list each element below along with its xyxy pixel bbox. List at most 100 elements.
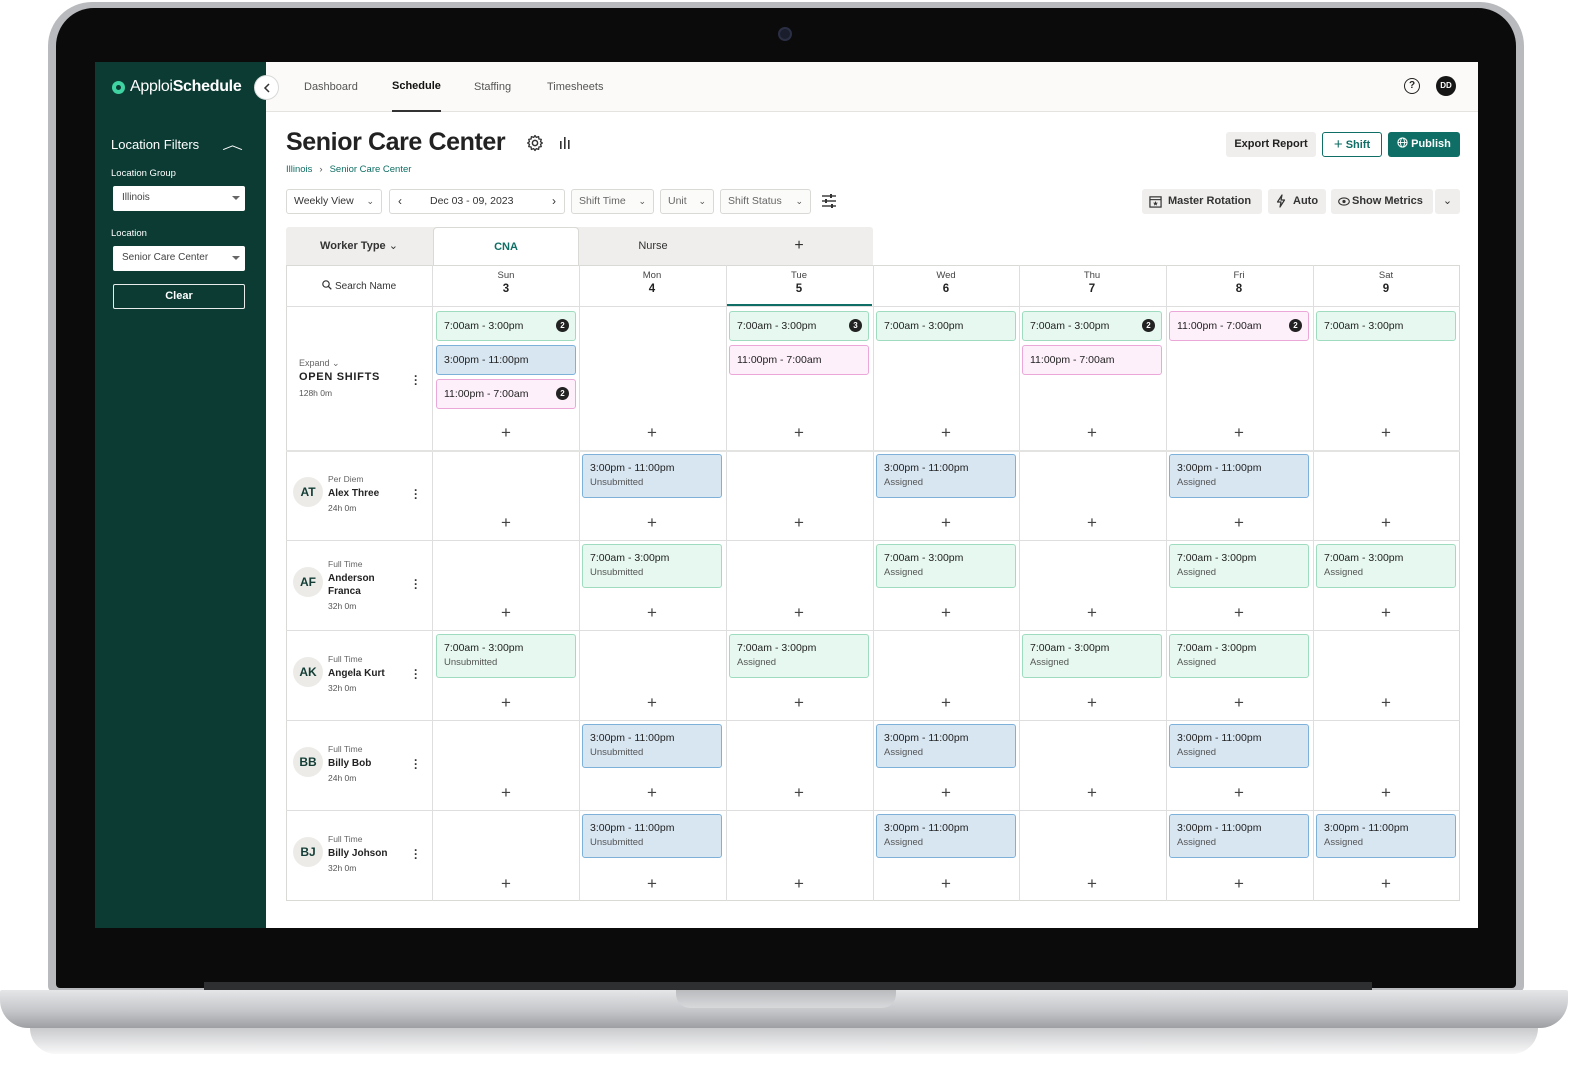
- open-shift-card[interactable]: 7:00am - 3:00pm 3: [729, 311, 869, 341]
- collapse-sidebar-button[interactable]: [254, 75, 279, 100]
- add-tab-plus-icon[interactable]: +: [726, 227, 872, 265]
- add-shift-plus-icon[interactable]: +: [1166, 603, 1312, 623]
- sliders-icon[interactable]: [821, 194, 837, 208]
- nav-dashboard[interactable]: Dashboard: [304, 62, 358, 112]
- add-shift-plus-icon[interactable]: +: [726, 693, 872, 713]
- tab-cna[interactable]: CNA: [433, 227, 579, 265]
- add-shift-plus-icon[interactable]: +: [1019, 513, 1165, 533]
- open-shift-card[interactable]: 7:00am - 3:00pm: [1316, 311, 1456, 341]
- clear-button[interactable]: Clear: [113, 284, 245, 309]
- worker-shift-card[interactable]: 3:00pm - 11:00pm Assigned: [876, 814, 1016, 858]
- worker-info[interactable]: Full Time Billy Bob 24h 0m: [328, 744, 371, 783]
- add-shift-plus-icon[interactable]: +: [433, 513, 579, 533]
- add-shift-plus-icon[interactable]: +: [1166, 874, 1312, 894]
- worker-shift-card[interactable]: 7:00am - 3:00pm Assigned: [729, 634, 869, 678]
- add-shift-plus-icon[interactable]: +: [1166, 423, 1312, 443]
- add-shift-plus-icon[interactable]: +: [873, 603, 1019, 623]
- day-header-fri[interactable]: Fri 8: [1166, 270, 1312, 295]
- worker-shift-card[interactable]: 3:00pm - 11:00pm Assigned: [1169, 724, 1309, 768]
- add-shift-plus-icon[interactable]: +: [579, 693, 725, 713]
- next-week-icon[interactable]: ›: [552, 190, 556, 213]
- add-shift-plus-icon[interactable]: +: [1019, 423, 1165, 443]
- worker-menu-icon[interactable]: · · ·: [413, 844, 419, 864]
- worker-info[interactable]: Full Time Billy Johson 32h 0m: [328, 834, 387, 873]
- add-shift-plus-icon[interactable]: +: [1166, 693, 1312, 713]
- nav-timesheets[interactable]: Timesheets: [547, 62, 603, 112]
- worker-shift-card[interactable]: 3:00pm - 11:00pm Unsubmitted: [582, 454, 722, 498]
- worker-shift-card[interactable]: 3:00pm - 11:00pm Unsubmitted: [582, 814, 722, 858]
- show-metrics-button[interactable]: Show Metrics: [1331, 189, 1433, 214]
- add-shift-plus-icon[interactable]: +: [1019, 693, 1165, 713]
- tab-nurse[interactable]: Nurse: [580, 227, 726, 265]
- worker-type-dropdown[interactable]: Worker Type ⌄: [286, 227, 432, 265]
- worker-info[interactable]: Full Time Anderson Franca 32h 0m: [328, 559, 388, 611]
- worker-shift-card[interactable]: 7:00am - 3:00pm Unsubmitted: [582, 544, 722, 588]
- add-shift-plus-icon[interactable]: +: [1313, 513, 1459, 533]
- worker-info[interactable]: Full Time Angela Kurt 32h 0m: [328, 654, 385, 693]
- add-shift-plus-icon[interactable]: +: [873, 693, 1019, 713]
- add-shift-plus-icon[interactable]: +: [726, 423, 872, 443]
- breadcrumb-illinois[interactable]: Illinois: [286, 164, 312, 175]
- add-shift-plus-icon[interactable]: +: [1019, 783, 1165, 803]
- breadcrumb-senior-care-center[interactable]: Senior Care Center: [330, 164, 412, 175]
- worker-shift-card[interactable]: 7:00am - 3:00pm Unsubmitted: [436, 634, 576, 678]
- shift-time-filter[interactable]: Shift Time ⌄: [571, 189, 654, 214]
- nav-schedule[interactable]: Schedule: [392, 62, 441, 112]
- worker-menu-icon[interactable]: · · ·: [413, 664, 419, 684]
- add-shift-plus-icon[interactable]: +: [433, 693, 579, 713]
- worker-shift-card[interactable]: 3:00pm - 11:00pm Assigned: [1169, 454, 1309, 498]
- worker-shift-card[interactable]: 3:00pm - 11:00pm Assigned: [876, 724, 1016, 768]
- add-shift-plus-icon[interactable]: +: [1019, 874, 1165, 894]
- nav-staffing[interactable]: Staffing: [474, 62, 511, 112]
- add-shift-plus-icon[interactable]: +: [579, 874, 725, 894]
- worker-shift-card[interactable]: 3:00pm - 11:00pm Assigned: [876, 454, 1016, 498]
- chevron-up-icon[interactable]: ︿: [222, 134, 243, 153]
- worker-shift-card[interactable]: 3:00pm - 11:00pm Assigned: [1169, 814, 1309, 858]
- day-header-tue[interactable]: Tue 5: [726, 270, 872, 295]
- add-shift-plus-icon[interactable]: +: [1166, 783, 1312, 803]
- open-shift-card[interactable]: 7:00am - 3:00pm 2: [1022, 311, 1162, 341]
- metrics-dropdown-button[interactable]: ⌄: [1435, 189, 1460, 214]
- export-report-button[interactable]: Export Report: [1226, 132, 1316, 157]
- location-select[interactable]: Senior Care Center: [113, 246, 245, 271]
- add-shift-plus-icon[interactable]: +: [433, 603, 579, 623]
- add-shift-plus-icon[interactable]: +: [1313, 603, 1459, 623]
- add-shift-plus-icon[interactable]: +: [1019, 603, 1165, 623]
- publish-button[interactable]: Publish: [1388, 132, 1460, 157]
- add-shift-plus-icon[interactable]: +: [873, 513, 1019, 533]
- app-logo[interactable]: ApploiSchedule: [112, 78, 242, 96]
- open-shift-card[interactable]: 11:00pm - 7:00am 2: [436, 379, 576, 409]
- help-icon[interactable]: ?: [1404, 78, 1420, 94]
- worker-shift-card[interactable]: 3:00pm - 11:00pm Assigned: [1316, 814, 1456, 858]
- day-header-sun[interactable]: Sun 3: [433, 270, 579, 295]
- worker-shift-card[interactable]: 7:00am - 3:00pm Assigned: [1169, 634, 1309, 678]
- view-select[interactable]: Weekly View ⌄: [286, 189, 382, 214]
- day-header-thu[interactable]: Thu 7: [1019, 270, 1165, 295]
- add-shift-plus-icon[interactable]: +: [726, 783, 872, 803]
- worker-menu-icon[interactable]: · · ·: [413, 574, 419, 594]
- open-shift-card[interactable]: 7:00am - 3:00pm: [876, 311, 1016, 341]
- master-rotation-button[interactable]: Master Rotation: [1142, 189, 1262, 214]
- add-shift-plus-icon[interactable]: +: [1166, 513, 1312, 533]
- bar-chart-icon[interactable]: [559, 136, 573, 150]
- worker-menu-icon[interactable]: · · ·: [413, 754, 419, 774]
- open-shift-card[interactable]: 7:00am - 3:00pm 2: [436, 311, 576, 341]
- worker-menu-icon[interactable]: · · ·: [413, 484, 419, 504]
- add-shift-plus-icon[interactable]: +: [433, 423, 579, 443]
- location-group-select[interactable]: Illinois: [113, 186, 245, 211]
- add-shift-plus-icon[interactable]: +: [1313, 693, 1459, 713]
- open-shift-card[interactable]: 11:00pm - 7:00am: [1022, 345, 1162, 375]
- worker-shift-card[interactable]: 7:00am - 3:00pm Assigned: [1022, 634, 1162, 678]
- open-shift-card[interactable]: 11:00pm - 7:00am: [729, 345, 869, 375]
- add-shift-plus-icon[interactable]: +: [433, 783, 579, 803]
- add-shift-plus-icon[interactable]: +: [726, 874, 872, 894]
- worker-shift-card[interactable]: 7:00am - 3:00pm Assigned: [876, 544, 1016, 588]
- unit-filter[interactable]: Unit ⌄: [660, 189, 714, 214]
- add-shift-plus-icon[interactable]: +: [1313, 423, 1459, 443]
- day-header-wed[interactable]: Wed 6: [873, 270, 1019, 295]
- add-shift-plus-icon[interactable]: +: [433, 874, 579, 894]
- shift-status-filter[interactable]: Shift Status ⌄: [720, 189, 811, 214]
- user-avatar[interactable]: DD: [1436, 76, 1456, 96]
- prev-week-icon[interactable]: ‹: [398, 190, 402, 213]
- add-shift-plus-icon[interactable]: +: [579, 603, 725, 623]
